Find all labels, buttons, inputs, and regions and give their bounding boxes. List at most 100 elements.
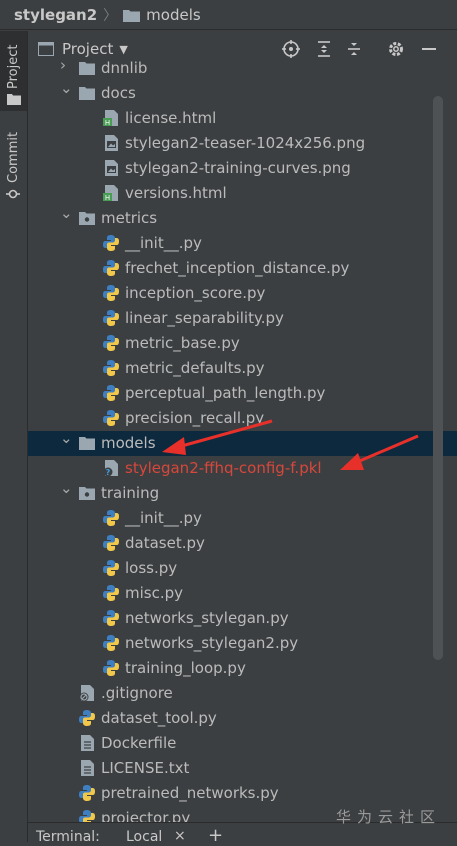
python-file-icon <box>103 310 119 326</box>
python-file-icon <box>79 785 95 801</box>
folder-icon <box>79 62 95 75</box>
tree-file-row[interactable]: stylegan2-teaser-1024x256.png <box>28 131 457 156</box>
breadcrumb-root[interactable]: stylegan2 <box>14 6 97 24</box>
tree-file-row[interactable]: frechet_inception_distance.py <box>28 256 457 281</box>
tree-item-label: precision_recall.py <box>125 409 265 427</box>
tree-item-label: linear_separability.py <box>125 309 284 327</box>
tree-item-label: metrics <box>101 209 158 227</box>
python-file-icon <box>79 810 95 822</box>
tree-file-row[interactable]: Hversions.html <box>28 181 457 206</box>
tree-file-row[interactable]: Hlicense.html <box>28 106 457 131</box>
tree-file-row[interactable]: misc.py <box>28 581 457 606</box>
python-file-icon <box>103 660 119 676</box>
tree-file-row[interactable]: .gitignore <box>28 681 457 706</box>
tree-folder-row[interactable]: ⌄ models <box>28 431 457 456</box>
tab-project[interactable]: Project <box>0 31 27 111</box>
tree-item-label: training_loop.py <box>125 659 246 677</box>
tree-item-label: dataset_tool.py <box>101 709 217 727</box>
python-file-icon <box>79 710 95 726</box>
python-file-icon <box>103 635 119 651</box>
tree-item-label: perceptual_path_length.py <box>125 384 326 402</box>
tree-file-row[interactable]: __init__.py <box>28 506 457 531</box>
chevron-down-icon[interactable]: ⌄ <box>60 206 73 221</box>
python-file-icon <box>103 260 119 276</box>
tree-item-label: pretrained_networks.py <box>101 784 279 802</box>
tree-file-row[interactable]: networks_stylegan.py <box>28 606 457 631</box>
tree-folder-row[interactable]: › dnnlib <box>28 56 457 81</box>
tab-commit-label: Commit <box>6 131 21 183</box>
python-file-icon <box>103 235 119 251</box>
tree-item-label: dnnlib <box>101 59 148 77</box>
tree-file-row[interactable]: metric_base.py <box>28 331 457 356</box>
tree-item-label: training <box>101 484 160 502</box>
python-file-icon <box>103 385 119 401</box>
tree-item-label: metric_defaults.py <box>125 359 265 377</box>
tree-item-label: misc.py <box>125 584 184 602</box>
tree-file-row[interactable]: __init__.py <box>28 231 457 256</box>
chevron-right-icon[interactable]: › <box>60 58 70 73</box>
tab-project-label: Project <box>6 44 21 89</box>
tree-item-label: networks_stylegan.py <box>125 609 289 627</box>
breadcrumb-folder[interactable]: models <box>146 6 201 24</box>
html-file-icon: H <box>103 110 118 127</box>
python-file-icon <box>103 535 119 551</box>
tree-file-row[interactable]: perceptual_path_length.py <box>28 381 457 406</box>
tree-item-label: networks_stylegan2.py <box>125 634 299 652</box>
tree-file-row[interactable]: training_loop.py <box>28 656 457 681</box>
tree-item-label: license.html <box>125 109 217 127</box>
tree-file-row[interactable]: inception_score.py <box>28 281 457 306</box>
chevron-right-icon: 〉 <box>103 7 118 24</box>
tree-item-label: loss.py <box>125 559 178 577</box>
python-file-icon <box>103 335 119 351</box>
tree-item-label: __init__.py <box>125 509 202 527</box>
tree-item-label: __init__.py <box>125 234 202 252</box>
project-window-icon <box>38 42 54 56</box>
tree-file-row[interactable]: networks_stylegan2.py <box>28 631 457 656</box>
tree-file-row[interactable]: precision_recall.py <box>28 406 457 431</box>
package-folder-icon <box>79 212 95 225</box>
package-folder-icon <box>79 487 95 500</box>
folder-icon <box>79 437 95 450</box>
tree-item-label: frechet_inception_distance.py <box>125 259 350 277</box>
tool-window-strip: Project Commit <box>0 31 28 842</box>
text-file-icon <box>81 735 94 751</box>
chevron-down-icon[interactable]: ⌄ <box>60 81 73 96</box>
tree-item-label: models <box>101 434 156 452</box>
tree-file-row[interactable]: dataset_tool.py <box>28 706 457 731</box>
vertical-scrollbar[interactable] <box>433 96 443 660</box>
commit-icon <box>6 189 20 199</box>
chevron-down-icon[interactable]: ⌄ <box>60 481 73 496</box>
tab-commit[interactable]: Commit <box>0 127 27 207</box>
tree-item-label: dataset.py <box>125 534 205 552</box>
python-file-icon <box>103 610 119 626</box>
tree-folder-row[interactable]: ⌄ training <box>28 481 457 506</box>
tree-file-row[interactable]: stylegan2-training-curves.png <box>28 156 457 181</box>
tree-file-row[interactable]: pretrained_networks.py <box>28 781 457 806</box>
tree-file-row[interactable]: loss.py <box>28 556 457 581</box>
tree-file-row[interactable]: Dockerfile <box>28 731 457 756</box>
tree-file-row[interactable]: metric_defaults.py <box>28 356 457 381</box>
tree-file-row[interactable]: linear_separability.py <box>28 306 457 331</box>
terminal-tab-local[interactable]: Local <box>126 829 162 845</box>
tree-item-label: .gitignore <box>101 684 173 702</box>
chevron-down-icon[interactable]: ⌄ <box>60 431 73 446</box>
tree-folder-row[interactable]: ⌄ docs <box>28 81 457 106</box>
tree-item-label: docs <box>101 84 136 102</box>
tree-file-row[interactable]: dataset.py <box>28 531 457 556</box>
terminal-label[interactable]: Terminal: <box>36 829 100 845</box>
chevron-down-icon[interactable]: ▼ <box>119 43 127 56</box>
add-tab-button[interactable]: + <box>208 825 223 846</box>
breadcrumb: stylegan2 〉 models <box>0 0 457 30</box>
tree-folder-row[interactable]: ⌄ metrics <box>28 206 457 231</box>
folder-icon <box>7 94 21 105</box>
svg-text:H: H <box>105 194 110 202</box>
tree-item-label: metric_base.py <box>125 334 240 352</box>
tree-item-label: LICENSE.txt <box>101 759 190 777</box>
folder-icon <box>123 9 141 22</box>
tree-file-row[interactable]: LICENSE.txt <box>28 756 457 781</box>
watermark: 华为云社区 <box>336 808 442 826</box>
ignore-file-icon <box>79 685 94 702</box>
tree-file-row[interactable]: ? stylegan2-ffhq-config-f.pkl <box>28 456 457 481</box>
tree-item-label: stylegan2-teaser-1024x256.png <box>125 134 366 152</box>
project-tree: › dnnlib ⌄ docs Hlicense.html stylegan2-tease… <box>28 56 457 822</box>
